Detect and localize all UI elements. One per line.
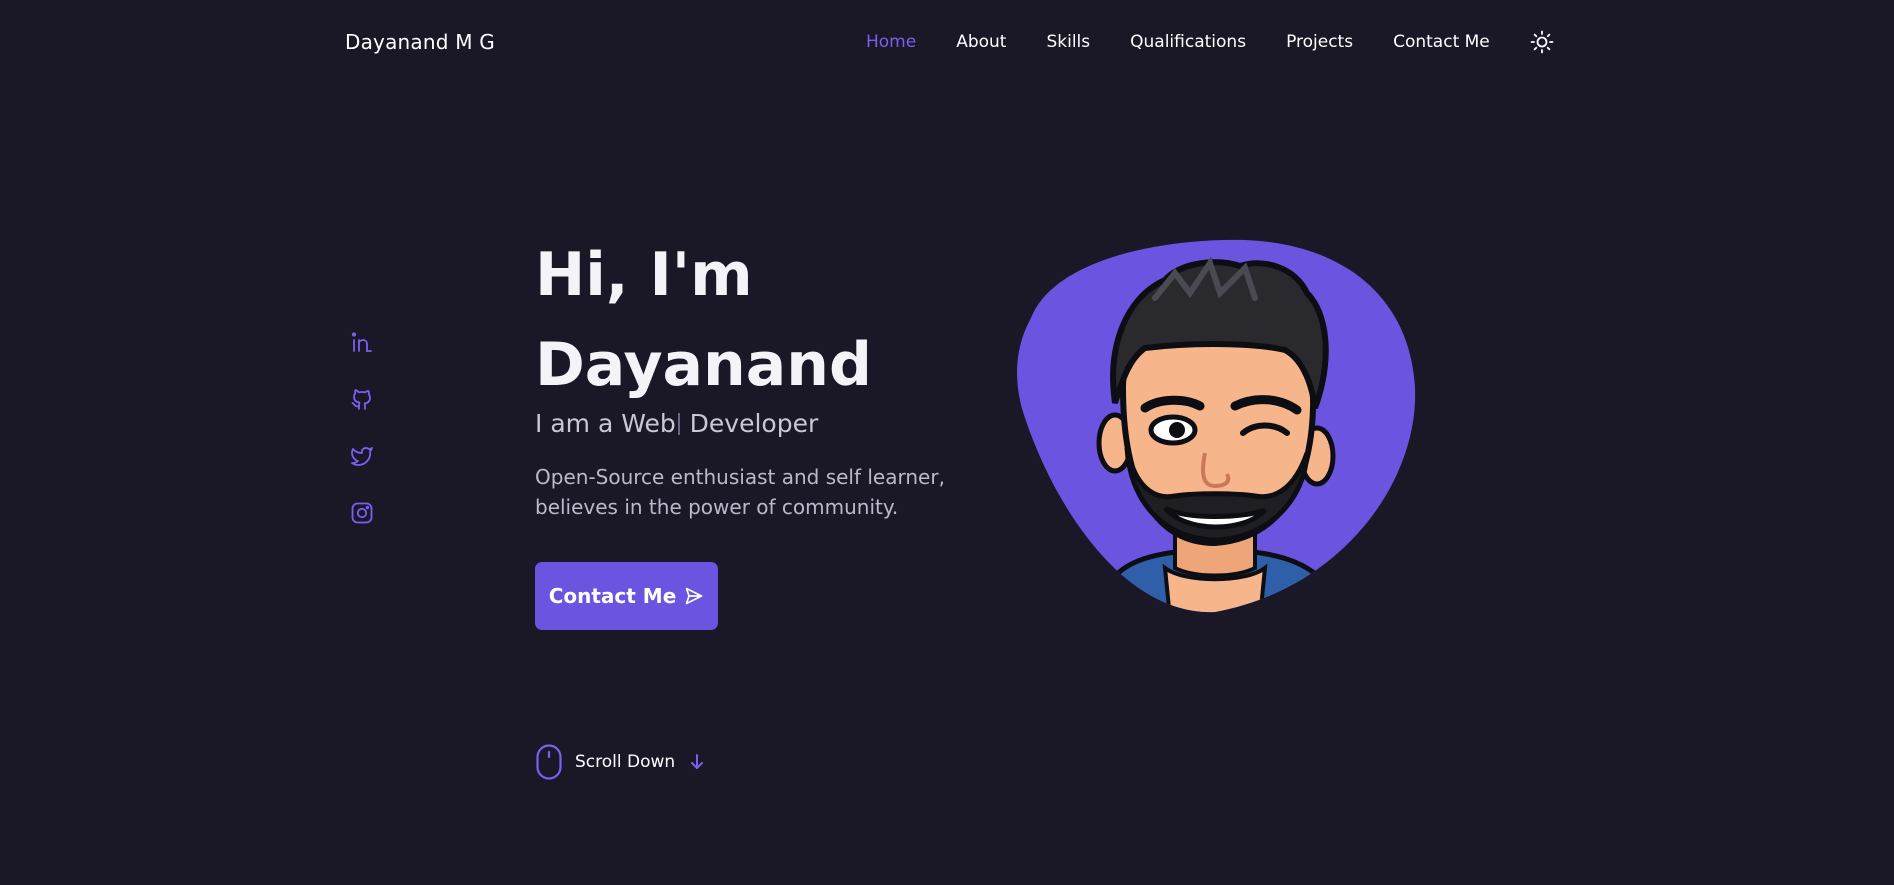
nav-skills[interactable]: Skills — [1046, 32, 1090, 52]
hero-subtitle: I am a Web Developer — [535, 409, 818, 438]
hero-title: Hi, I'm Dayanand — [535, 230, 872, 410]
nav-about[interactable]: About — [956, 32, 1006, 52]
contact-me-label: Contact Me — [548, 584, 677, 608]
nav-contact[interactable]: Contact Me — [1393, 32, 1490, 52]
typing-cursor — [677, 413, 680, 435]
hero-name: Dayanand — [535, 330, 872, 400]
hero-greeting: Hi, I'm — [535, 240, 753, 310]
sun-icon[interactable] — [1530, 30, 1554, 54]
header: Dayanand M G Home About Skills Qualifica… — [0, 0, 1894, 86]
linkedin-icon[interactable] — [350, 330, 374, 354]
twitter-icon[interactable] — [350, 444, 374, 468]
hero-subtitle-suffix: Developer — [681, 409, 819, 438]
hero-description: Open-Source enthusiast and self learner,… — [535, 465, 945, 519]
nav-qualifications[interactable]: Qualifications — [1130, 32, 1246, 52]
scroll-down-button[interactable]: Scroll Down — [535, 744, 705, 780]
send-icon — [685, 587, 703, 605]
avatar — [1015, 238, 1417, 614]
arrow-down-icon — [691, 754, 704, 769]
mouse-icon — [536, 744, 562, 780]
contact-me-button[interactable]: Contact Me — [535, 562, 718, 630]
nav-home[interactable]: Home — [866, 32, 916, 52]
page: Dayanand M G Home About Skills Qualifica… — [0, 0, 1894, 885]
hero-subtitle-prefix: I am a Web — [535, 409, 676, 438]
instagram-icon[interactable] — [350, 501, 374, 525]
logo[interactable]: Dayanand M G — [345, 30, 495, 54]
main-nav: Home About Skills Qualifications Project… — [866, 32, 1530, 52]
social-links — [350, 330, 374, 558]
scroll-down-label: Scroll Down — [575, 752, 676, 772]
github-icon[interactable] — [350, 387, 374, 411]
nav-projects[interactable]: Projects — [1286, 32, 1353, 52]
